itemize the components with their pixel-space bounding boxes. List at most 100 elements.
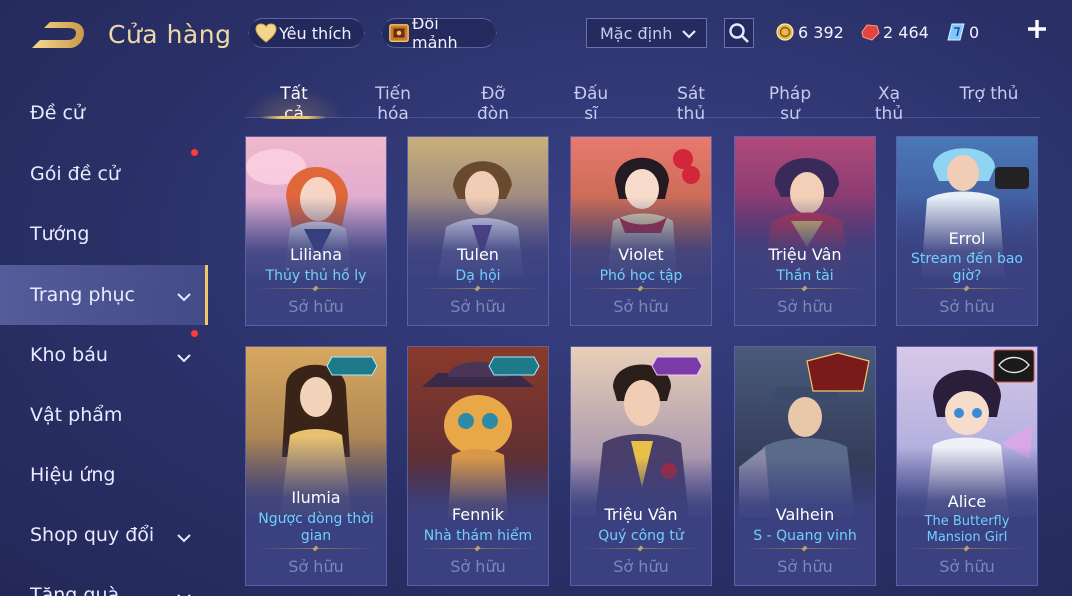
owned-status: Sở hữu [613,297,669,316]
notification-dot [191,149,198,156]
exchange-shards-button[interactable]: Đổi mảnh [381,18,497,48]
favorites-button[interactable]: Yêu thích [248,18,365,48]
chevron-down-icon [176,528,192,550]
plus-icon [1028,20,1046,38]
treasure-chest-icon [388,22,410,44]
hero-name: Triệu Vân [768,245,842,264]
tab-fighter[interactable]: Đấu sĩ [565,84,617,124]
limited-badge-icon [488,356,540,376]
sidebar-item-label: Kho báu [30,344,108,366]
chevron-down-icon [176,348,192,370]
owned-status: Sở hữu [777,557,833,576]
hero-name: Liliana [290,245,342,264]
skin-name: Thủy thủ hồ ly [265,268,367,284]
shop-screen: Cửa hàng Yêu thích Đổi mảnh Mặc định 6 3… [0,0,1072,596]
page-title: Cửa hàng [108,20,232,49]
skin-card[interactable]: Valhein S - Quang vinh Sở hữu [734,346,876,586]
ruby-amount: 2 464 [883,22,929,42]
search-button[interactable] [724,18,754,48]
tab-tank[interactable]: Đỡ đòn [463,84,523,124]
sidebar-item-skins[interactable]: Trang phục [0,265,208,325]
hero-name: Errol [948,229,986,248]
tab-mage[interactable]: Pháp sư [757,84,823,124]
notification-dot [191,330,198,337]
owned-status: Sở hữu [939,297,995,316]
sidebar-item-bundles[interactable]: Gói đề cử [0,145,208,203]
sidebar-item-treasure[interactable]: Kho báu [0,326,208,384]
sidebar-item-label: Tặng quà [30,584,120,596]
skin-card[interactable]: Fennik Nhà thám hiểm Sở hữu [407,346,549,586]
favorites-label: Yêu thích [279,23,352,43]
skin-card[interactable]: Violet Phó học tập Sở hữu [570,136,712,326]
chevron-down-icon [176,588,192,596]
back-button[interactable] [28,18,86,56]
owned-status: Sở hữu [288,557,344,576]
skin-card[interactable]: Triệu Vân Quý công tử Sở hữu [570,346,712,586]
sidebar-item-label: Vật phẩm [30,404,123,426]
skin-card[interactable]: Tulen Dạ hội Sở hữu [407,136,549,326]
skin-card[interactable]: Liliana Thủy thủ hồ ly Sở hữu [245,136,387,326]
role-tabs: Tất cả Tiến hóa Đỡ đòn Đấu sĩ Sát thủ Ph… [244,84,1040,124]
owned-status: Sở hữu [288,297,344,316]
skin-name: Stream đến bao giờ? [911,251,1023,284]
hero-name: Valhein [775,505,835,524]
owned-status: Sở hữu [450,557,506,576]
tab-all[interactable]: Tất cả [244,84,344,124]
search-icon [729,23,749,43]
tab-assassin[interactable]: Sát thủ [661,84,721,124]
chevron-down-icon [176,287,192,309]
voucher-amount: 0 [969,22,980,42]
skin-name: Thần tài [776,268,834,284]
sidebar-item-label: Tướng [30,223,90,245]
collab-logo-icon [993,349,1035,383]
skin-name: Ngược dòng thời gian [258,511,374,544]
sidebar-item-label: Hiệu ứng [30,464,116,486]
top-bar: Cửa hàng Yêu thích Đổi mảnh Mặc định 6 3… [0,0,1072,70]
skin-card[interactable]: Alice The Butterfly Mansion Girl Sở hữu [896,346,1038,586]
skin-name: Dạ hội [455,268,501,284]
sidebar-item-items[interactable]: Vật phẩm [0,386,208,444]
sidebar-item-label: Shop quy đổi [30,524,155,546]
limited-badge-icon [651,356,703,376]
owned-status: Sở hữu [777,297,833,316]
back-arrow-icon [32,22,84,48]
voucher-balance: 0 [946,20,979,44]
heart-icon [255,22,277,44]
skin-name: Phó học tập [599,268,683,284]
skin-name: The Butterfly Mansion Girl [924,514,1010,545]
gold-amount: 6 392 [798,22,844,42]
tab-support[interactable]: Trợ thủ [959,84,1019,118]
hero-name: Violet [618,245,664,264]
hero-name: Fennik [451,505,505,524]
hero-name: Tulen [457,245,499,264]
skin-card[interactable]: Errol Stream đến bao giờ? Sở hữu [896,136,1038,326]
sidebar-item-label: Trang phục [30,284,136,306]
tab-marksman[interactable]: Xạ thủ [863,84,915,124]
limited-badge-icon [326,356,378,376]
sort-dropdown[interactable]: Mặc định [586,18,707,48]
chevron-down-icon [680,25,698,47]
ruby-balance: 2 464 [860,20,929,44]
hero-name: Alice [947,492,987,511]
sidebar-item-heroes[interactable]: Tướng [0,205,208,263]
owned-status: Sở hữu [613,557,669,576]
sidebar-item-label: Đề cử [30,102,85,124]
skin-card[interactable]: Ilumia Ngược dòng thời gian Sở hữu [245,346,387,586]
skin-card[interactable]: Triệu Vân Thần tài Sở hữu [734,136,876,326]
owned-status: Sở hữu [450,297,506,316]
sidebar-item-gifts[interactable]: Tặng quà [0,566,208,596]
sort-value: Mặc định [600,23,673,43]
rank-season-badge-icon [806,352,870,392]
gold-coin-icon [775,22,795,42]
sidebar-item-exchange-shop[interactable]: Shop quy đổi [0,506,208,564]
exchange-label: Đổi mảnh [412,14,458,52]
skin-name: Nhà thám hiểm [423,528,533,544]
tab-evolution[interactable]: Tiến hóa [357,84,429,124]
sidebar-item-recommended[interactable]: Đề cử [0,84,208,142]
sidebar-item-effects[interactable]: Hiệu ứng [0,446,208,504]
category-sidebar: Đề cử Gói đề cử Tướng Trang phục Kho báu… [0,84,208,596]
owned-status: Sở hữu [939,557,995,576]
add-currency-button[interactable] [1024,18,1050,44]
hero-name: Ilumia [291,488,341,507]
skin-name: Quý công tử [598,528,684,544]
